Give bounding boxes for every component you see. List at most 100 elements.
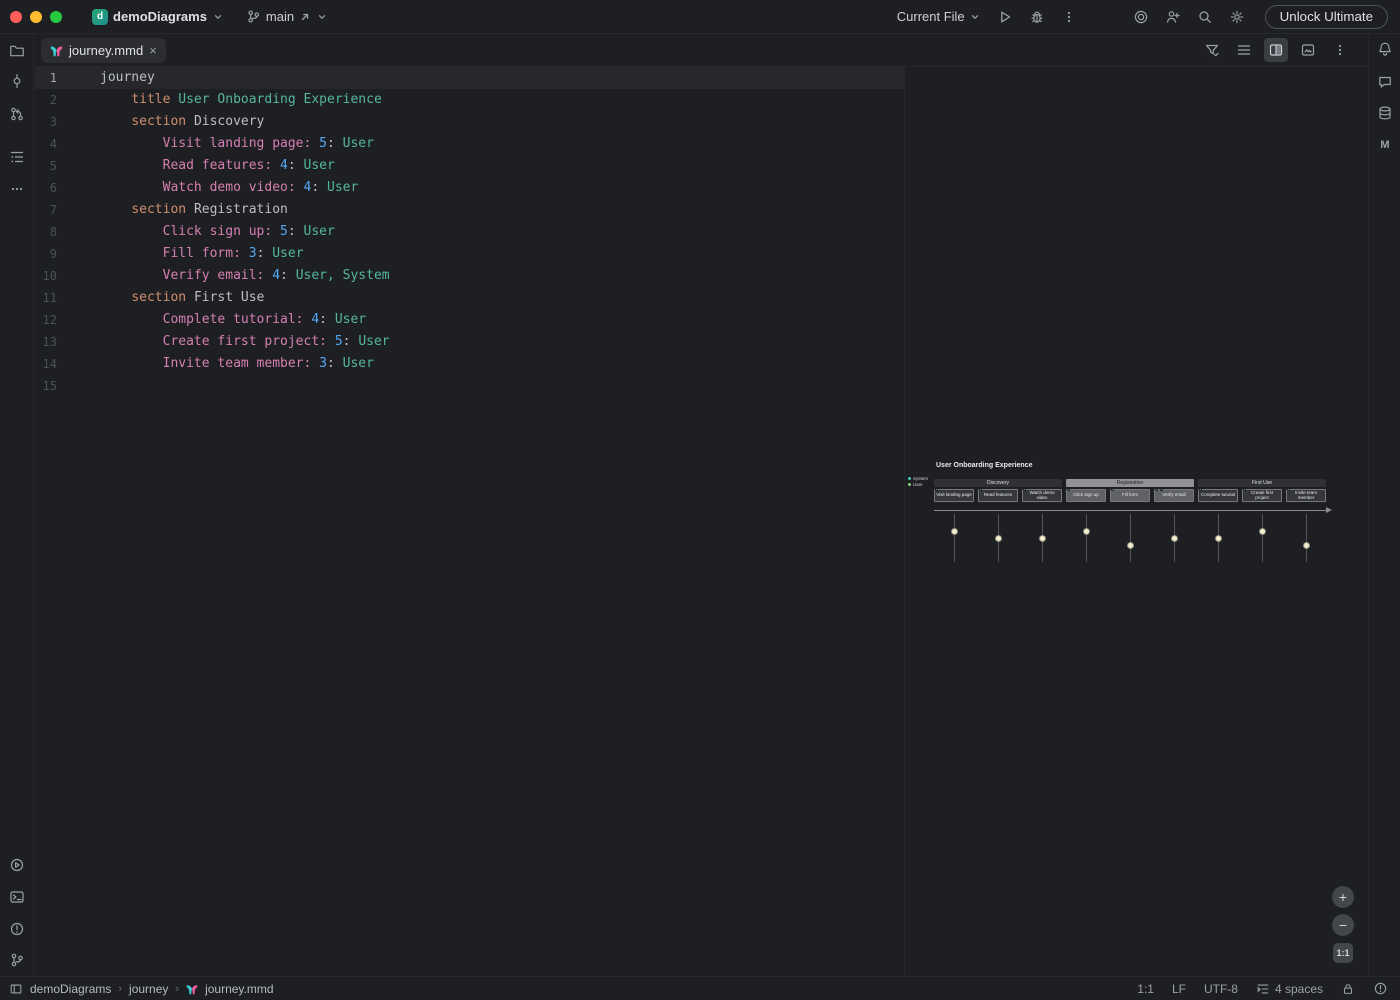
services-tool-icon[interactable] <box>5 853 29 877</box>
unlock-ultimate-button[interactable]: Unlock Ultimate <box>1265 5 1388 29</box>
code-line[interactable]: section Registration <box>100 199 288 221</box>
run-button[interactable] <box>991 4 1019 30</box>
code-line[interactable]: journey <box>100 67 155 89</box>
pull-requests-tool-icon[interactable] <box>5 102 29 126</box>
code-token <box>100 180 163 195</box>
run-configuration-selector[interactable]: Current File <box>891 9 987 24</box>
project-widget[interactable]: d demoDiagrams <box>86 6 230 28</box>
score-line <box>1262 514 1263 562</box>
diagram-axis-arrow-icon <box>1326 507 1332 513</box>
run-configuration-label: Current File <box>897 9 965 24</box>
line-number: 10 <box>35 265 57 287</box>
actor-dot <box>1160 488 1163 491</box>
terminal-tool-icon[interactable] <box>5 885 29 909</box>
code-line[interactable]: Click sign up: 5: User <box>100 221 335 243</box>
notifications-bell-icon[interactable] <box>1373 37 1397 61</box>
git-branch-icon <box>246 9 261 24</box>
code-token: 5 <box>319 136 327 151</box>
svg-text:M: M <box>1380 139 1389 151</box>
more-actions-button[interactable] <box>1055 4 1083 30</box>
code-token <box>186 202 194 217</box>
code-token: 3 <box>319 356 327 371</box>
line-number: 2 <box>35 89 57 111</box>
debug-button[interactable] <box>1023 4 1051 30</box>
breadcrumb-separator: › <box>175 983 179 995</box>
tab-options-kebab-icon[interactable] <box>1328 38 1352 62</box>
settings-gear-icon[interactable] <box>1223 4 1251 30</box>
code-line[interactable]: Watch demo video: 4: User <box>100 177 358 199</box>
vcs-branch-widget[interactable]: main <box>240 6 334 27</box>
line-number: 11 <box>35 287 57 309</box>
zoom-reset-button[interactable]: 1:1 <box>1333 943 1353 963</box>
actor-dot <box>1199 488 1202 491</box>
minimize-window-button[interactable] <box>30 11 42 23</box>
code-token: User <box>304 158 335 173</box>
code-line[interactable]: section Discovery <box>100 111 264 133</box>
code-line[interactable]: Invite team member: 3: User <box>100 353 374 375</box>
code-token <box>327 334 335 349</box>
breadcrumb-project[interactable]: demoDiagrams <box>30 982 111 996</box>
line-number: 6 <box>35 177 57 199</box>
code-line[interactable]: Fill form: 3: User <box>100 243 304 265</box>
code-line[interactable]: Visit landing page: 5: User <box>100 133 374 155</box>
code-line[interactable]: Create first project: 5: User <box>100 331 390 353</box>
breadcrumb-file[interactable]: journey.mmd <box>205 982 273 996</box>
code-token: : <box>288 224 304 239</box>
code-token <box>241 246 249 261</box>
title-bar: d demoDiagrams main Current File <box>0 0 1400 34</box>
right-tool-strip: M <box>1368 34 1400 976</box>
caret-line-highlight <box>35 67 904 89</box>
indent-widget[interactable]: 4 spaces <box>1256 982 1323 996</box>
mermaid-file-icon <box>186 983 198 995</box>
tab-journey-mmd[interactable]: journey.mmd × <box>41 38 166 63</box>
code-line[interactable]: Verify email: 4: User, System <box>100 265 390 287</box>
actor-dot <box>1023 488 1026 491</box>
zoom-in-button[interactable]: + <box>1332 886 1354 908</box>
code-token: User <box>272 246 303 261</box>
ai-assistant-icon[interactable] <box>1127 4 1155 30</box>
code-line[interactable]: Read features: 4: User <box>100 155 335 177</box>
editor-tab-bar: journey.mmd × <box>35 34 1368 67</box>
code-token <box>296 180 304 195</box>
close-tab-icon[interactable]: × <box>149 44 157 57</box>
encoding-widget[interactable]: UTF-8 <box>1204 982 1238 996</box>
code-token: User <box>327 180 358 195</box>
code-token: Complete tutorial: <box>163 312 304 327</box>
editor-only-view-icon[interactable] <box>1232 38 1256 62</box>
code-token: 4 <box>280 158 288 173</box>
breadcrumb-folder[interactable]: journey <box>129 982 168 996</box>
line-separator-widget[interactable]: LF <box>1172 982 1186 996</box>
commit-tool-icon[interactable] <box>5 69 29 93</box>
actor-dot <box>935 488 938 491</box>
structure-tool-icon[interactable] <box>5 145 29 169</box>
mermaid-config-icon[interactable] <box>1200 38 1224 62</box>
code-line[interactable]: section First Use <box>100 287 264 309</box>
maximize-window-button[interactable] <box>50 11 62 23</box>
editor-and-preview-view-icon[interactable] <box>1264 38 1288 62</box>
close-window-button[interactable] <box>10 11 22 23</box>
problems-tool-icon[interactable] <box>5 917 29 941</box>
readonly-lock-icon[interactable] <box>1341 982 1355 996</box>
project-tool-icon[interactable] <box>5 39 29 63</box>
database-tool-icon[interactable] <box>1373 101 1397 125</box>
actor-dot <box>1243 488 1246 491</box>
actor-dot <box>1111 488 1114 491</box>
mermaid-tool-icon[interactable]: M <box>1373 132 1397 156</box>
assistant-chat-icon[interactable] <box>1373 70 1397 94</box>
version-control-tool-icon[interactable] <box>5 948 29 972</box>
code-with-me-icon[interactable] <box>1159 4 1187 30</box>
search-everywhere-icon[interactable] <box>1191 4 1219 30</box>
inspections-status-icon[interactable] <box>1373 981 1388 996</box>
code-token <box>100 290 131 305</box>
code-line[interactable]: title User Onboarding Experience <box>100 89 382 111</box>
tab-label: journey.mmd <box>69 43 143 58</box>
code-editor[interactable]: 1journey2 title User Onboarding Experien… <box>35 67 904 976</box>
cursor-position-widget[interactable]: 1:1 <box>1137 982 1154 996</box>
diagram-title: User Onboarding Experience <box>936 462 1032 469</box>
preview-only-view-icon[interactable] <box>1296 38 1320 62</box>
indent-label: 4 spaces <box>1275 982 1323 996</box>
code-line[interactable]: Complete tutorial: 4: User <box>100 309 366 331</box>
more-tool-windows-icon[interactable] <box>5 177 29 201</box>
score-marker <box>1259 528 1266 535</box>
zoom-out-button[interactable]: − <box>1332 914 1354 936</box>
